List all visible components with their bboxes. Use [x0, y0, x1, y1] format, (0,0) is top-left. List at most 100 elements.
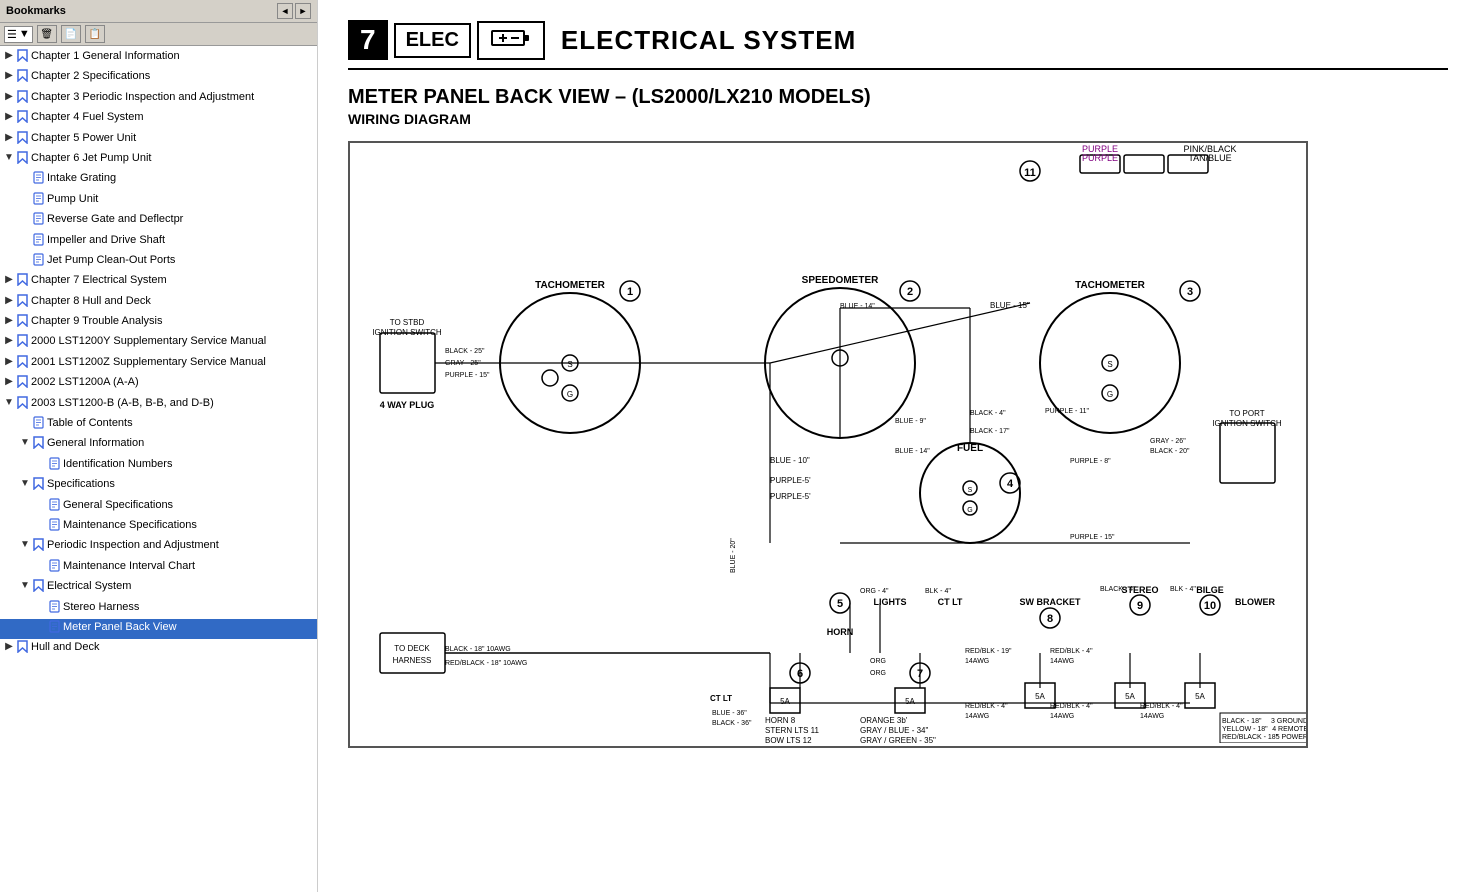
tree-item-ch4[interactable]: ▶Chapter 4 Fuel System	[0, 109, 317, 129]
bookmark-icon	[17, 334, 28, 352]
page-icon	[33, 416, 44, 434]
tree-label: Chapter 7 Electrical System	[31, 273, 167, 288]
tree-expander: ▶	[2, 640, 16, 654]
svg-text:5 POWER: 5 POWER	[1276, 734, 1308, 741]
svg-text:11: 11	[1024, 167, 1036, 179]
tree-item-ch1[interactable]: ▶Chapter 1 General Information	[0, 48, 317, 68]
tree-item-ch3[interactable]: ▶Chapter 3 Periodic Inspection and Adjus…	[0, 89, 317, 109]
tree-label: 2002 LST1200A (A-A)	[31, 375, 139, 390]
tree-item-ch10[interactable]: ▶2000 LST1200Y Supplementary Service Man…	[0, 333, 317, 353]
tree-expander: ▶	[2, 355, 16, 369]
svg-text:GRAY / GREEN - 35": GRAY / GREEN - 35"	[860, 736, 936, 743]
svg-text:RED/BLK - 4": RED/BLK - 4"	[965, 703, 1008, 710]
svg-text:BLUE - 36": BLUE - 36"	[712, 710, 747, 717]
tree-item-ch13[interactable]: ▼2003 LST1200-B (A-B, B-B, and D-B)	[0, 395, 317, 415]
toolbar-delete-button[interactable]: 🗑	[37, 25, 57, 43]
svg-text:RED/BLK - 4": RED/BLK - 4"	[1050, 703, 1093, 710]
tree-item-ch6-5[interactable]: Jet Pump Clean-Out Ports	[0, 252, 317, 272]
sidebar: Bookmarks ◄ ► ☰ ▼ 🗑 📄 📋 ▶Chapter 1 Gener…	[0, 0, 318, 892]
svg-text:4 WAY PLUG: 4 WAY PLUG	[380, 400, 435, 410]
tree-expander: ▶	[2, 90, 16, 104]
svg-text:3: 3	[1187, 286, 1193, 298]
tree-item-ch13-2-1[interactable]: Identification Numbers	[0, 456, 317, 476]
svg-text:PURPLE - 15": PURPLE - 15"	[445, 372, 490, 379]
tree-label: Hull and Deck	[31, 640, 99, 655]
svg-text:BLACK - 4": BLACK - 4"	[1100, 586, 1136, 593]
tree-item-ch13-3-1[interactable]: General Specifications	[0, 497, 317, 517]
svg-text:TACHOMETER: TACHOMETER	[535, 280, 606, 291]
svg-text:ORG - 4": ORG - 4"	[860, 588, 889, 595]
tree-item-ch13-5-1[interactable]: Stereo Harness	[0, 599, 317, 619]
tree-item-ch6-4[interactable]: Impeller and Drive Shaft	[0, 232, 317, 252]
svg-text:9: 9	[1137, 600, 1143, 612]
tree-item-ch12[interactable]: ▶ 2002 LST1200A (A-A)	[0, 374, 317, 394]
svg-text:BLACK - 18": BLACK - 18"	[1222, 718, 1262, 725]
svg-text:14AWG: 14AWG	[965, 658, 989, 665]
tree-label: Chapter 6 Jet Pump Unit	[31, 151, 151, 166]
tree-item-ch13-3[interactable]: ▼Specifications	[0, 476, 317, 496]
tree-item-ch13-4-1[interactable]: Maintenance Interval Chart	[0, 558, 317, 578]
svg-text:ORG: ORG	[870, 658, 886, 665]
svg-text:FUEL: FUEL	[957, 443, 983, 454]
svg-text:TO PORT: TO PORT	[1229, 409, 1264, 418]
tree-label: Chapter 4 Fuel System	[31, 110, 144, 125]
tree-item-ch7[interactable]: ▶Chapter 7 Electrical System	[0, 272, 317, 292]
svg-text:8: 8	[1047, 613, 1053, 625]
tree-item-ch13-2[interactable]: ▼General Information	[0, 435, 317, 455]
toolbar-paste-button[interactable]: 📋	[85, 25, 105, 43]
svg-text:CT LT: CT LT	[938, 597, 963, 607]
svg-text:2: 2	[907, 286, 913, 298]
tree-expander: ▼	[2, 151, 16, 165]
wiring-diagram: 11 PURPLE PURPLE PINK/BLACK TAN/BLUE TAC…	[348, 141, 1308, 748]
tree-item-ch13-5[interactable]: ▼Electrical System	[0, 578, 317, 598]
tree-item-ch6-2[interactable]: Pump Unit	[0, 191, 317, 211]
nav-back-button[interactable]: ◄	[277, 3, 293, 19]
tree-item-ch5[interactable]: ▶Chapter 5 Power Unit	[0, 130, 317, 150]
svg-text:RED/BLACK - 18" 10AWG: RED/BLACK - 18" 10AWG	[445, 660, 527, 667]
nav-forward-button[interactable]: ►	[295, 3, 311, 19]
sidebar-header: Bookmarks ◄ ►	[0, 0, 317, 23]
tree-item-ch9[interactable]: ▶Chapter 9 Trouble Analysis	[0, 313, 317, 333]
tree-expander: ▶	[2, 375, 16, 389]
tree-item-ch6-1[interactable]: Intake Grating	[0, 170, 317, 190]
chapter-number: 7	[348, 20, 388, 60]
tree-item-ch13-1[interactable]: Table of Contents	[0, 415, 317, 435]
tree-item-ch6[interactable]: ▼ Chapter 6 Jet Pump Unit	[0, 150, 317, 170]
svg-text:BLUE - 9": BLUE - 9"	[895, 418, 926, 425]
svg-text:TAN/BLUE: TAN/BLUE	[1188, 153, 1231, 163]
tree-item-ch13-4[interactable]: ▼Periodic Inspection and Adjustment	[0, 537, 317, 557]
svg-text:5A: 5A	[1035, 692, 1045, 701]
tree-item-ch13-5-2[interactable]: Meter Panel Back View	[0, 619, 317, 639]
svg-text:1: 1	[627, 286, 633, 298]
tree-label: 2001 LST1200Z Supplementary Service Manu…	[31, 355, 266, 370]
page-icon	[33, 233, 44, 251]
tree-label: Intake Grating	[47, 171, 116, 186]
svg-text:PURPLE-5': PURPLE-5'	[770, 476, 811, 485]
dropdown-icon: ☰	[7, 28, 17, 41]
tree-item-ch14[interactable]: ▶ Hull and Deck	[0, 639, 317, 659]
tree-label: Chapter 5 Power Unit	[31, 131, 136, 146]
tree-label: General Specifications	[63, 498, 173, 513]
tree-item-ch8[interactable]: ▶Chapter 8 Hull and Deck	[0, 293, 317, 313]
bookmark-icon	[17, 49, 28, 67]
svg-text:LIGHTS: LIGHTS	[874, 597, 907, 607]
svg-text:14AWG: 14AWG	[965, 713, 989, 720]
tree-item-ch6-3[interactable]: Reverse Gate and Deflectpr	[0, 211, 317, 231]
toolbar-dropdown[interactable]: ☰ ▼	[4, 26, 33, 43]
tree-label: 2000 LST1200Y Supplementary Service Manu…	[31, 334, 266, 349]
wiring-diagram-svg: 11 PURPLE PURPLE PINK/BLACK TAN/BLUE TAC…	[350, 143, 1308, 743]
tree-label: General Information	[47, 436, 144, 451]
tree-item-ch13-3-2[interactable]: Maintenance Specifications	[0, 517, 317, 537]
svg-text:PURPLE - 8": PURPLE - 8"	[1070, 458, 1111, 465]
tree-expander: ▶	[2, 49, 16, 63]
svg-text:3 GROUND: 3 GROUND	[1271, 718, 1308, 725]
svg-text:BLUE - 15": BLUE - 15"	[990, 301, 1030, 310]
page-icon	[33, 212, 44, 230]
toolbar-copy-button[interactable]: 📄	[61, 25, 81, 43]
svg-text:BLACK - 20": BLACK - 20"	[1150, 448, 1190, 455]
bookmark-icon	[17, 69, 28, 87]
tree-item-ch11[interactable]: ▶ 2001 LST1200Z Supplementary Service Man…	[0, 354, 317, 374]
page-icon	[33, 171, 44, 189]
tree-item-ch2[interactable]: ▶Chapter 2 Specifications	[0, 68, 317, 88]
tree-label: Pump Unit	[47, 192, 98, 207]
